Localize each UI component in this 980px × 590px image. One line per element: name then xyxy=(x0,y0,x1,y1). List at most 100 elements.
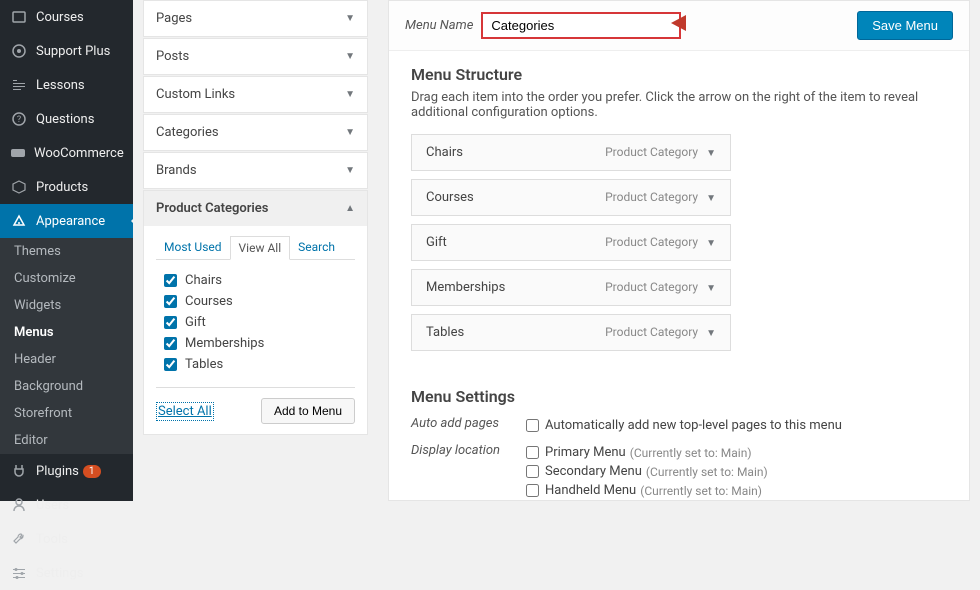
location-handheld-checkbox[interactable] xyxy=(526,484,539,497)
accordion-pages[interactable]: Pages▼ xyxy=(143,0,368,37)
content-area: Pages▼ Posts▼ Custom Links▼ Categories▼ … xyxy=(133,0,980,501)
sidebar-item-users[interactable]: Users xyxy=(0,488,133,522)
menu-item-type: Product Category xyxy=(605,235,698,249)
menu-item-type: Product Category xyxy=(605,145,698,159)
questions-icon: ? xyxy=(10,110,28,128)
sidebar-item-tools[interactable]: Tools xyxy=(0,522,133,556)
accordion-posts[interactable]: Posts ▼ xyxy=(143,38,368,75)
chevron-down-icon[interactable]: ▼ xyxy=(706,238,716,249)
checkbox-tables[interactable] xyxy=(164,358,177,371)
accordion-title: Posts xyxy=(156,49,189,64)
checkbox-chairs[interactable] xyxy=(164,274,177,287)
menu-item-label: Chairs xyxy=(426,145,463,160)
courses-icon xyxy=(10,8,28,26)
add-items-panel: Pages▼ Posts▼ Custom Links▼ Categories▼ … xyxy=(133,0,378,501)
menu-item-row[interactable]: MembershipsProduct Category▼ xyxy=(411,269,731,306)
chevron-down-icon: ▼ xyxy=(345,51,355,62)
checkbox-row[interactable]: Memberships xyxy=(156,333,355,354)
submenu-header[interactable]: Header xyxy=(0,346,133,373)
chevron-down-icon[interactable]: ▼ xyxy=(706,283,716,294)
tab-most-used[interactable]: Most Used xyxy=(156,236,230,259)
menu-name-label: Menu Name xyxy=(405,18,473,33)
checkbox-row[interactable]: Chairs xyxy=(156,270,355,291)
tab-search[interactable]: Search xyxy=(290,236,343,259)
sidebar-item-lessons[interactable]: Lessons xyxy=(0,68,133,102)
tools-icon xyxy=(10,530,28,548)
sidebar-label: Lessons xyxy=(36,78,85,93)
menu-name-input[interactable] xyxy=(481,12,681,39)
menu-item-row[interactable]: TablesProduct Category▼ xyxy=(411,314,731,351)
checkbox-label: Memberships xyxy=(185,336,264,351)
accordion-header[interactable]: Product Categories▲ xyxy=(144,191,367,226)
checkbox-courses[interactable] xyxy=(164,295,177,308)
submenu-storefront[interactable]: Storefront xyxy=(0,400,133,427)
sidebar-item-plugins[interactable]: Plugins 1 xyxy=(0,454,133,488)
menu-name-bar: Menu Name Save Menu xyxy=(389,1,969,51)
accordion-product-categories: Product Categories▲ Most Used View All S… xyxy=(143,190,368,435)
location-name: Handheld Menu xyxy=(545,483,636,498)
menu-item-row[interactable]: Chairs Product Category ▼ xyxy=(411,134,731,171)
location-name: Secondary Menu xyxy=(545,464,642,479)
appearance-submenu: Themes Customize Widgets Menus Header Ba… xyxy=(0,238,133,454)
checkbox-gift[interactable] xyxy=(164,316,177,329)
submenu-themes[interactable]: Themes xyxy=(0,238,133,265)
chevron-down-icon: ▼ xyxy=(345,89,355,100)
accordion-custom-links[interactable]: Custom Links ▼ xyxy=(143,76,368,113)
sidebar-label: Tools xyxy=(36,532,68,547)
sidebar-item-woocommerce[interactable]: WooCommerce xyxy=(0,136,133,170)
submenu-customize[interactable]: Customize xyxy=(0,265,133,292)
annotation-arrow-icon xyxy=(671,11,741,35)
location-hint: (Currently set to: Main) xyxy=(640,484,762,498)
menu-item-type: Product Category xyxy=(605,190,698,204)
submenu-editor[interactable]: Editor xyxy=(0,427,133,454)
sidebar-label: Courses xyxy=(36,10,84,25)
sidebar-item-appearance[interactable]: Appearance xyxy=(0,204,133,238)
checkbox-label: Courses xyxy=(185,294,233,309)
menu-item-row[interactable]: Courses Product Category ▼ xyxy=(411,179,731,216)
sidebar-item-courses[interactable]: Courses xyxy=(0,0,133,34)
menu-item-label: Gift xyxy=(426,235,447,250)
add-to-menu-button[interactable]: Add to Menu xyxy=(261,398,355,424)
chevron-down-icon: ▼ xyxy=(345,165,355,176)
admin-sidebar: Courses Support Plus Lessons ? Questions… xyxy=(0,0,133,501)
menu-item-label: Courses xyxy=(426,190,474,205)
settings-icon xyxy=(10,564,28,582)
sidebar-item-support[interactable]: Support Plus xyxy=(0,34,133,68)
menu-item-row[interactable]: Gift Product Category ▼ xyxy=(411,224,731,261)
sidebar-item-settings[interactable]: Settings xyxy=(0,556,133,590)
location-hint: (Currently set to: Main) xyxy=(646,465,768,479)
sidebar-label: Settings xyxy=(36,566,83,581)
accordion-categories[interactable]: Categories▼ xyxy=(143,114,368,151)
checkbox-row[interactable]: Tables xyxy=(156,354,355,375)
submenu-background[interactable]: Background xyxy=(0,373,133,400)
accordion-title: Custom Links xyxy=(156,87,235,102)
chevron-down-icon: ▼ xyxy=(345,127,355,138)
sidebar-item-questions[interactable]: ? Questions xyxy=(0,102,133,136)
select-all-link[interactable]: Select All xyxy=(156,402,214,421)
auto-add-label: Auto add pages xyxy=(411,416,526,435)
chevron-down-icon[interactable]: ▼ xyxy=(706,148,716,159)
auto-add-checkbox[interactable] xyxy=(526,419,539,432)
checkbox-row[interactable]: Gift xyxy=(156,312,355,333)
users-icon xyxy=(10,496,28,514)
sidebar-item-products[interactable]: Products xyxy=(0,170,133,204)
submenu-menus[interactable]: Menus xyxy=(0,319,133,346)
location-primary-checkbox[interactable] xyxy=(526,446,539,459)
sidebar-label: WooCommerce xyxy=(34,146,124,161)
checkbox-row[interactable]: Courses xyxy=(156,291,355,312)
sidebar-label: Questions xyxy=(36,112,94,127)
svg-text:?: ? xyxy=(17,115,21,125)
lessons-icon xyxy=(10,76,28,94)
tab-view-all[interactable]: View All xyxy=(230,236,291,260)
location-secondary-checkbox[interactable] xyxy=(526,465,539,478)
accordion-brands[interactable]: Brands▼ xyxy=(143,152,368,189)
support-icon xyxy=(10,42,28,60)
chevron-down-icon[interactable]: ▼ xyxy=(706,193,716,204)
submenu-widgets[interactable]: Widgets xyxy=(0,292,133,319)
checkbox-memberships[interactable] xyxy=(164,337,177,350)
save-menu-button[interactable]: Save Menu xyxy=(857,11,953,40)
sidebar-label: Appearance xyxy=(36,214,105,229)
settings-heading: Menu Settings xyxy=(411,387,947,406)
structure-desc: Drag each item into the order you prefer… xyxy=(411,90,947,120)
chevron-down-icon[interactable]: ▼ xyxy=(706,328,716,339)
